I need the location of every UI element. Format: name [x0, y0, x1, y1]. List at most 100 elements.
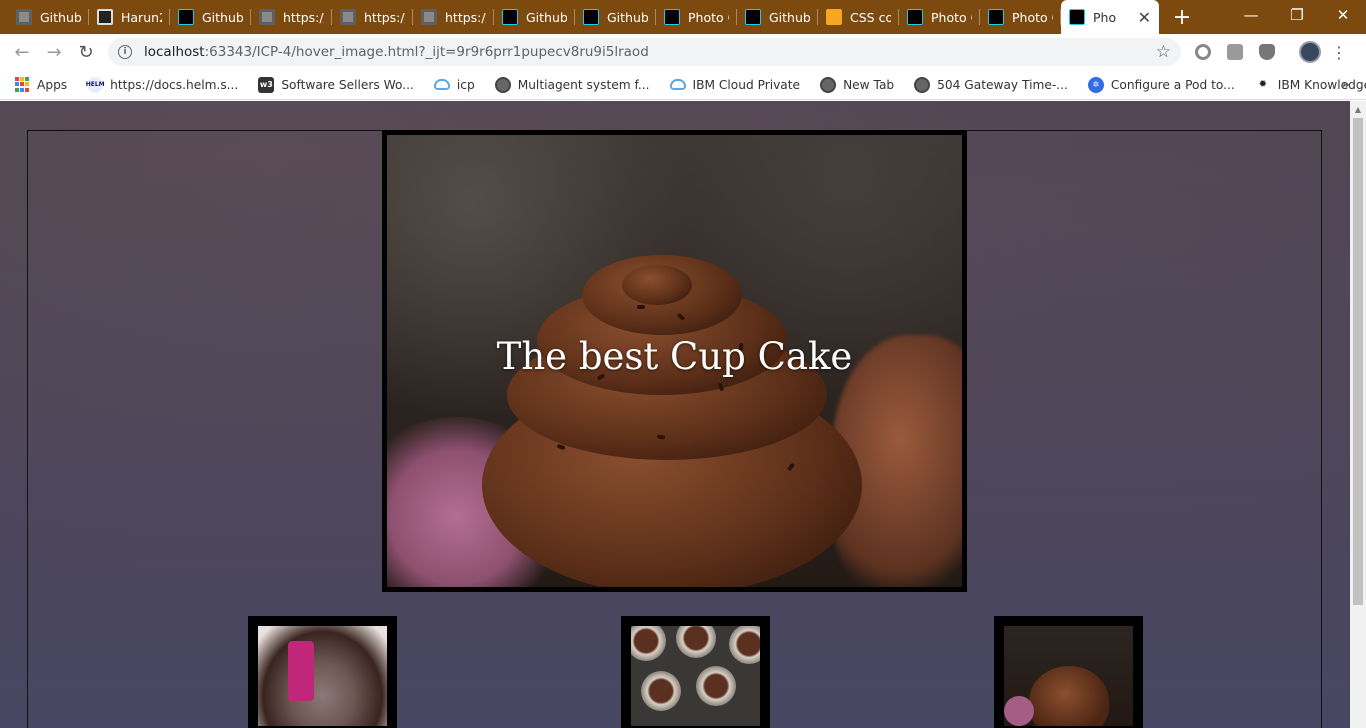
tab-title: CSS col: [850, 9, 891, 25]
restore-button[interactable]: ❐: [1274, 0, 1320, 30]
arrow-right-icon: →: [46, 41, 62, 63]
browser-tab[interactable]: Github: [737, 0, 818, 34]
thumbnail-tray-image: [631, 626, 760, 726]
browser-tab[interactable]: CSS col: [818, 0, 899, 34]
url-host: localhost: [144, 44, 205, 60]
apps-icon: [14, 76, 30, 93]
back-button[interactable]: ←: [6, 36, 38, 68]
cup-shape: [696, 666, 736, 706]
webstorm-icon: [178, 9, 194, 25]
webstorm-icon: [502, 9, 518, 25]
browser-tab[interactable]: Photo C: [656, 0, 737, 34]
thumbnail-batter[interactable]: [248, 616, 397, 728]
tab-title: Github: [607, 9, 648, 25]
globe-icon: [914, 76, 931, 93]
browser-tab[interactable]: https://: [413, 0, 494, 34]
sprinkle: [637, 305, 645, 309]
bookmark-label: 504 Gateway Time-...: [937, 77, 1068, 92]
reload-icon: ↻: [78, 41, 94, 63]
minimize-button[interactable]: —: [1228, 0, 1274, 30]
menu-dots-icon[interactable]: ⋮: [1327, 40, 1351, 64]
browser-tab[interactable]: Github: [170, 0, 251, 34]
bookmark-item[interactable]: ✲ Configure a Pod to...: [1087, 76, 1235, 93]
reload-button[interactable]: ↻: [70, 36, 102, 68]
cloud-icon: [433, 79, 450, 90]
bookmark-item[interactable]: Apps: [14, 76, 67, 93]
bookmark-item[interactable]: w3 Software Sellers Wo...: [258, 76, 414, 93]
bookmark-label: https://docs.helm.s...: [110, 77, 239, 92]
tab-list: Github Harun2 Github https:// https:// https:…: [0, 0, 1199, 34]
bookmark-item[interactable]: IBM Cloud Private: [669, 78, 800, 92]
scroll-up-icon[interactable]: ▲: [1350, 101, 1366, 117]
tab-title: Photo C: [931, 9, 972, 25]
hero-image[interactable]: The best Cup Cake: [382, 130, 967, 592]
bookmark-star-icon[interactable]: ☆: [1156, 42, 1171, 62]
globe-icon: [16, 9, 32, 25]
globe-icon: [494, 76, 511, 93]
browser-tab[interactable]: Harun2: [89, 0, 170, 34]
extension-copy-icon[interactable]: [1227, 44, 1243, 60]
tab-title: https://: [445, 9, 486, 25]
browser-tab[interactable]: Photo C: [980, 0, 1061, 34]
bookmark-item[interactable]: New Tab: [820, 76, 894, 93]
bookmark-label: Software Sellers Wo...: [281, 77, 414, 92]
hero-caption: The best Cup Cake: [496, 335, 853, 378]
cup-shape: [729, 626, 760, 664]
thumbnail-cupcake[interactable]: [994, 616, 1143, 728]
tab-title: https://: [364, 9, 405, 25]
page-scrollbar[interactable]: ▲: [1350, 101, 1366, 728]
page-content: The best Cup Cake: [0, 101, 1350, 728]
globe-icon: [259, 9, 275, 25]
info-icon[interactable]: i: [118, 45, 132, 59]
browser-tab[interactable]: Github: [575, 0, 656, 34]
browser-tab[interactable]: https://: [332, 0, 413, 34]
tab-strip: Github Harun2 Github https:// https:// https:…: [0, 0, 1366, 34]
webstorm-icon: [664, 9, 680, 25]
thumbnail-cupcake-tray[interactable]: [621, 616, 770, 728]
browser-toolbar: ← → ↻ i localhost:63343/ICP-4/hover_imag…: [0, 34, 1366, 70]
webstorm-icon: [583, 9, 599, 25]
forward-button[interactable]: →: [38, 36, 70, 68]
cup-shape: [676, 626, 716, 658]
scroll-thumb[interactable]: [1353, 118, 1363, 605]
arrow-left-icon: ←: [14, 41, 30, 63]
kubernetes-icon: ✲: [1087, 76, 1104, 93]
globe-icon: [820, 76, 837, 93]
bookmarks-overflow-button[interactable]: »: [1341, 77, 1350, 93]
thumbnail-cupcake-image: [1004, 626, 1133, 726]
new-tab-button[interactable]: +: [1165, 0, 1199, 34]
window-controls: — ❐ ✕: [1228, 0, 1366, 30]
close-window-button[interactable]: ✕: [1320, 0, 1366, 30]
active-tab[interactable]: Pho ✕: [1061, 0, 1159, 34]
cup-shape: [641, 671, 681, 711]
browser-tab[interactable]: https://: [251, 0, 332, 34]
globe-icon: [340, 9, 356, 25]
webstorm-icon: [907, 9, 923, 25]
tab-title: https://: [283, 9, 324, 25]
url-path: :63343/ICP-4/hover_image.html?_ijt=9r9r6…: [204, 44, 649, 60]
cloud-icon: [669, 79, 686, 90]
cup-shape: [631, 626, 666, 661]
tab-title: Pho: [1093, 9, 1117, 25]
bookmark-item[interactable]: icp: [433, 78, 475, 92]
tab-title: Photo C: [688, 9, 729, 25]
address-bar[interactable]: i localhost:63343/ICP-4/hover_image.html…: [108, 38, 1181, 66]
bookmark-label: Multiagent system f...: [517, 77, 650, 92]
bookmark-item[interactable]: 504 Gateway Time-...: [914, 76, 1068, 93]
bookmark-item[interactable]: HELM https://docs.helm.s...: [86, 76, 239, 93]
browser-tab[interactable]: Photo C: [899, 0, 980, 34]
tab-title: Github: [526, 9, 567, 25]
extension-shield-icon[interactable]: [1259, 44, 1275, 60]
webstorm-icon: [745, 9, 761, 25]
globe-icon: [421, 9, 437, 25]
pink-accent: [1004, 696, 1034, 726]
helm-icon: HELM: [86, 76, 105, 93]
close-tab-icon[interactable]: ✕: [1138, 8, 1151, 27]
profile-avatar[interactable]: [1299, 41, 1321, 63]
bookmark-item[interactable]: Multiagent system f...: [494, 76, 650, 93]
extension-sync-icon[interactable]: [1195, 44, 1211, 60]
browser-tab[interactable]: Github: [8, 0, 89, 34]
thumbnail-batter-image: [258, 626, 387, 726]
browser-tab[interactable]: Github: [494, 0, 575, 34]
url-text[interactable]: localhost:63343/ICP-4/hover_image.html?_…: [144, 44, 1156, 60]
